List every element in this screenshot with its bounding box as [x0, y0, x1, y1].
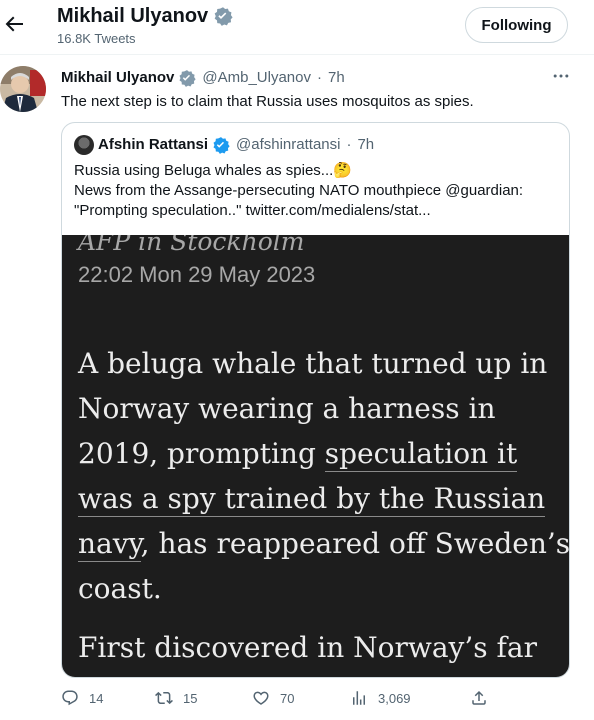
reply-count: 14 [89, 690, 104, 706]
quote-article-image[interactable]: AFP in Stockholm 22:02 Mon 29 May 2023 A… [62, 235, 570, 677]
views-icon [353, 691, 365, 705]
article-byline: AFP in Stockholm [78, 235, 305, 256]
article-text-segment: 2019, prompting [78, 437, 325, 470]
article-paragraph-1: A beluga whale that turned up in Norway … [78, 341, 570, 611]
like-count: 70 [280, 690, 295, 706]
article-link-segment: was a spy trained by the Russian [78, 482, 546, 517]
quote-text-line: Russia using Beluga whales as spies...🤔 [74, 162, 352, 179]
profile-header: Mikhail Ulyanov 16.8K Tweets Following [0, 0, 594, 54]
heart-icon [253, 691, 269, 705]
article-link-segment: speculation it [324, 437, 518, 472]
article-line: 2019, prompting speculation it [78, 431, 569, 476]
retweet-icon [155, 691, 173, 705]
article-line: was a spy trained by the Russian [78, 476, 569, 521]
quote-author-name: Afshin Rattansi [98, 136, 209, 153]
quote-author-row: Afshin Rattansi @afshinrattansi · 7h [74, 135, 374, 155]
reply-icon [62, 690, 78, 706]
header-name: Mikhail Ulyanov [57, 5, 209, 27]
retweet-count: 15 [183, 690, 198, 706]
tweet-actions: 14 15 70 3,069 [61, 689, 501, 713]
meta-separator: · [316, 69, 322, 86]
tweet-count: 16.8K Tweets [57, 31, 136, 46]
article-text-segment: , has reappeared off Sweden’s [140, 527, 570, 560]
quote-text-line: "Prompting speculation.." twitter.com/me… [74, 202, 431, 219]
article-line: navy, has reappeared off Sweden’s [78, 521, 570, 566]
quote-meta-separator: · [346, 136, 352, 153]
share-icon [472, 690, 486, 705]
verified-badge-icon [213, 137, 230, 154]
arrow-left-icon[interactable] [2, 12, 26, 36]
tweet-author-row: Mikhail Ulyanov @Amb_Ulyanov · 7h [61, 69, 345, 87]
quoted-tweet[interactable]: Afshin Rattansi @afshinrattansi · 7h Rus… [61, 122, 570, 678]
article-line: A beluga whale that turned up in [78, 347, 548, 380]
verified-badge-icon [179, 70, 196, 87]
header-divider [0, 54, 594, 55]
like-button[interactable]: 70 [252, 689, 294, 707]
quote-time: 7h [357, 136, 375, 153]
quote-text-line: News from the Assange-persecuting NATO m… [74, 182, 524, 199]
author-name[interactable]: Mikhail Ulyanov [61, 69, 174, 87]
header-name-row: Mikhail Ulyanov [57, 3, 233, 29]
retweet-button[interactable]: 15 [155, 689, 197, 707]
article-paragraph-2: First discovered in Norway’s far [78, 631, 537, 664]
article-line: Norway wearing a harness in [78, 392, 496, 425]
author-avatar[interactable] [0, 66, 46, 112]
quote-author-handle: @afshinrattansi [236, 136, 341, 153]
article-date: 22:02 Mon 29 May 2023 [78, 262, 316, 287]
reply-button[interactable]: 14 [61, 689, 103, 707]
share-button[interactable] [470, 689, 488, 707]
view-count: 3,069 [378, 690, 411, 706]
views-button[interactable]: 3,069 [350, 689, 411, 707]
verified-badge-icon [214, 7, 233, 26]
tweet-text: The next step is to claim that Russia us… [61, 93, 474, 110]
tweet-time[interactable]: 7h [328, 69, 345, 87]
following-button[interactable]: Following [465, 7, 568, 43]
article-line: coast. [78, 572, 162, 605]
more-icon[interactable] [549, 66, 573, 86]
author-handle[interactable]: @Amb_Ulyanov [202, 69, 311, 87]
quote-text: Russia using Beluga whales as spies...🤔 … [74, 161, 564, 221]
quote-author-avatar [74, 135, 94, 155]
article-link-segment: navy [78, 527, 141, 562]
